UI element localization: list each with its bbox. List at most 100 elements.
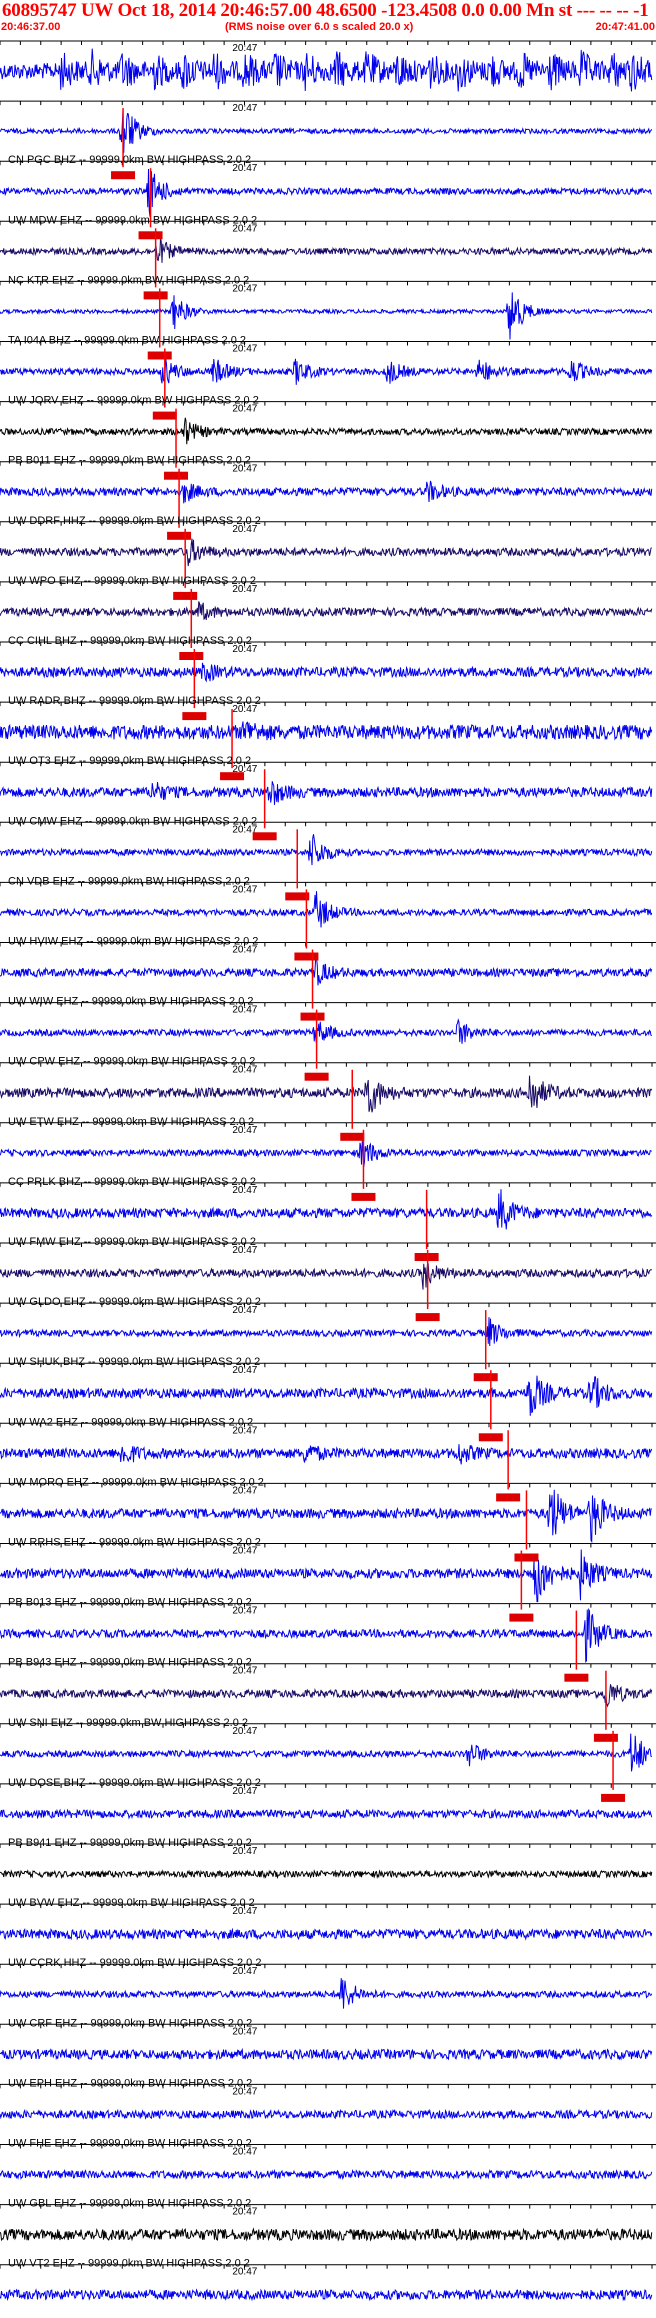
time-tick-label: 20:47 bbox=[232, 1245, 257, 1256]
station-label: CN PGC BHZ -- 99999.0km BW HIGHPASS 2.0 … bbox=[8, 154, 251, 166]
pick-box bbox=[415, 1313, 440, 1322]
waveform bbox=[0, 2227, 653, 2242]
time-tick-label: 20:47 bbox=[232, 1365, 257, 1376]
time-tick-label: 20:47 bbox=[232, 2086, 257, 2097]
pick-box bbox=[304, 1072, 329, 1081]
station-label: UW EPH EHZ -- 99999.0km BW HIGHPASS 2.0 … bbox=[8, 2077, 252, 2089]
time-tick-label: 20:47 bbox=[232, 1425, 257, 1436]
time-tick-label: 20:47 bbox=[232, 43, 257, 54]
station-label: UW FMW EHZ -- 99999.0km BW HIGHPASS 2.0 … bbox=[8, 1236, 256, 1248]
waveform bbox=[0, 480, 653, 504]
station-label: UW FHE EHZ -- 99999.0km BW HIGHPASS 2.0 … bbox=[8, 2138, 252, 2150]
waveform bbox=[0, 1927, 653, 1941]
time-tick-label: 20:47 bbox=[232, 223, 257, 234]
pick-box bbox=[340, 1132, 365, 1141]
waveform bbox=[0, 1189, 653, 1230]
waveform bbox=[0, 1808, 653, 1820]
pick-box bbox=[138, 231, 163, 240]
time-tick-label: 20:47 bbox=[232, 464, 257, 475]
station-label: CC CIHL BHZ -- 99999.0km BW HIGHPASS 2.0… bbox=[8, 635, 252, 647]
station-label: TA I04A BHZ -- 99999.0km BW HIGHPASS 2.0… bbox=[8, 335, 246, 347]
waveform bbox=[0, 2108, 653, 2121]
station-label: UW RRHS EHZ -- 99999.0km BW HIGHPASS 2.0… bbox=[8, 1537, 261, 1549]
waveform bbox=[0, 1375, 653, 1416]
waveform bbox=[0, 168, 653, 217]
pick-box bbox=[152, 411, 177, 420]
time-tick-label: 20:47 bbox=[232, 524, 257, 535]
time-tick-label: 20:47 bbox=[232, 2026, 257, 2037]
pick-box bbox=[173, 591, 198, 600]
station-label: UW OT3 EHZ -- 99999.0km BW HIGHPASS 2.0 … bbox=[8, 755, 251, 767]
time-tick-label: 20:47 bbox=[232, 1966, 257, 1977]
time-tick-label: 20:47 bbox=[232, 1005, 257, 1016]
station-label: UW CMW EHZ -- 99999.0km BW HIGHPASS 2.0 … bbox=[8, 815, 257, 827]
time-tick-label: 20:47 bbox=[232, 1666, 257, 1677]
pick-box bbox=[143, 291, 168, 300]
pick-box bbox=[351, 1192, 376, 1201]
station-label: UW GLDO EHZ -- 99999.0km BW HIGHPASS 2.0… bbox=[8, 1296, 261, 1308]
station-label: CN VDB EHZ -- 99999.0km BW HIGHPASS 2.0 … bbox=[8, 875, 250, 887]
station-label: UW SHUK BHZ -- 99999.0km BW HIGHPASS 2.0… bbox=[8, 1356, 260, 1368]
time-tick-label: 20:47 bbox=[232, 1606, 257, 1617]
pick-box bbox=[111, 171, 136, 180]
end-time-label: 20:47:41.00 bbox=[595, 21, 655, 33]
time-tick-label: 20:47 bbox=[232, 824, 257, 835]
waveform bbox=[0, 48, 653, 92]
waveform bbox=[0, 781, 653, 805]
pick-box bbox=[164, 471, 189, 480]
waveform bbox=[0, 601, 653, 621]
pick-box bbox=[509, 1613, 534, 1622]
station-label: UW DOSE BHZ -- 99999.0km BW HIGHPASS 2.0… bbox=[8, 1777, 261, 1789]
station-label: UW BVW EHZ -- 99999.0km BW HIGHPASS 2.0 … bbox=[8, 1897, 255, 1909]
time-tick-label: 20:47 bbox=[232, 163, 257, 174]
waveform bbox=[0, 538, 652, 567]
time-tick-label: 20:47 bbox=[232, 584, 257, 595]
station-label: UW WIW EHZ -- 99999.0km BW HIGHPASS 2.0 … bbox=[8, 996, 254, 1008]
waveform bbox=[0, 238, 653, 263]
pick-box bbox=[179, 652, 204, 660]
station-label: NC KTR EHZ -- 99999.0km BW HIGHPASS 2.0 … bbox=[8, 274, 249, 286]
seismogram-plot: 20:4720:47CN PGC BHZ -- 99999.0km BW HIG… bbox=[0, 40, 656, 2318]
time-tick-label: 20:47 bbox=[232, 1726, 257, 1737]
time-tick-label: 20:47 bbox=[232, 1305, 257, 1316]
waveform bbox=[0, 1317, 653, 1347]
pick-box bbox=[294, 952, 319, 961]
time-tick-label: 20:47 bbox=[232, 1546, 257, 1557]
station-label: UW MDW EHZ -- 99999.0km BW HIGHPASS 2.0 … bbox=[8, 214, 257, 226]
station-label: PB B943 EHZ -- 99999.0km BW HIGHPASS 2.0… bbox=[8, 1657, 252, 1669]
station-label: UW WPO EHZ -- 99999.0km BW HIGHPASS 2.0 … bbox=[8, 575, 256, 587]
pick-box bbox=[300, 1012, 325, 1021]
time-tick-label: 20:47 bbox=[232, 1906, 257, 1917]
time-tick-label: 20:47 bbox=[232, 764, 257, 775]
pick-box bbox=[593, 1733, 618, 1742]
station-label: UW WA2 EHZ -- 99999.0km BW HIGHPASS 2.0 … bbox=[8, 1416, 253, 1428]
time-tick-label: 20:47 bbox=[232, 644, 257, 655]
waveform bbox=[0, 2168, 653, 2181]
station-label: UW CRF EHZ -- 99999.0km BW HIGHPASS 2.0 … bbox=[8, 2017, 252, 2029]
station-label: UW CCRK HHZ -- 99999.0km BW HIGHPASS 2.0… bbox=[8, 1957, 261, 1969]
waveform bbox=[0, 2047, 653, 2061]
station-label: UW ETW EHZ -- 99999.0km BW HIGHPASS 2.0 … bbox=[8, 1116, 254, 1128]
station-label: PB B941 EHZ -- 99999.0km BW HIGHPASS 2.0… bbox=[8, 1837, 252, 1849]
pick-box bbox=[167, 531, 192, 540]
pick-box bbox=[473, 1373, 498, 1382]
station-label: UW DDRF HHZ -- 99999.0km BW HIGHPASS 2.0… bbox=[8, 515, 261, 527]
pick-box bbox=[182, 712, 207, 721]
station-label: UW MORO EHZ -- 99999.0km BW HIGHPASS 2.0… bbox=[8, 1476, 264, 1488]
pick-box bbox=[601, 1793, 626, 1802]
time-tick-label: 20:47 bbox=[232, 1125, 257, 1136]
pick-box bbox=[564, 1673, 589, 1682]
time-tick-label: 20:47 bbox=[232, 404, 257, 415]
waveform bbox=[0, 834, 653, 866]
time-tick-label: 20:47 bbox=[232, 2267, 257, 2278]
time-tick-label: 20:47 bbox=[232, 704, 257, 715]
station-label: UW HVIW EHZ -- 99999.0km BW HIGHPASS 2.0… bbox=[8, 936, 258, 948]
waveform bbox=[0, 417, 653, 445]
time-tick-label: 20:47 bbox=[232, 884, 257, 895]
time-tick-label: 20:47 bbox=[232, 1065, 257, 1076]
station-label: PB B011 EHZ -- 99999.0km BW HIGHPASS 2.0… bbox=[8, 455, 251, 467]
waveform bbox=[0, 1140, 652, 1168]
pick-box bbox=[285, 892, 310, 901]
waveform bbox=[0, 1733, 653, 1772]
station-label: PB B013 EHZ -- 99999.0km BW HIGHPASS 2.0… bbox=[8, 1597, 252, 1609]
